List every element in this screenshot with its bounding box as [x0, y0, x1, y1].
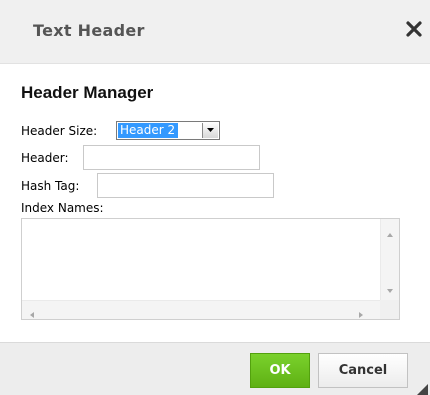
form-heading: Header Manager [21, 83, 154, 102]
cancel-button[interactable]: Cancel [318, 353, 408, 388]
scrollbar-corner [380, 300, 399, 319]
index-names-label: Index Names: [21, 201, 104, 215]
scroll-up-icon[interactable] [385, 225, 395, 237]
scroll-down-icon[interactable] [385, 281, 395, 293]
horizontal-scrollbar[interactable] [22, 300, 380, 319]
index-names-textarea[interactable] [22, 219, 380, 299]
header-input[interactable] [83, 145, 260, 170]
header-size-select[interactable]: Header 2 [116, 121, 220, 140]
hash-tag-label: Hash Tag: [21, 179, 80, 193]
dropdown-arrow-icon[interactable] [202, 123, 218, 138]
header-label: Header: [21, 151, 69, 165]
vertical-scrollbar[interactable] [380, 219, 399, 301]
header-size-selected-value: Header 2 [118, 123, 179, 138]
scroll-right-icon[interactable] [356, 305, 366, 318]
ok-button[interactable]: OK [250, 353, 310, 388]
scroll-left-icon[interactable] [27, 305, 37, 318]
resize-grip-icon[interactable] [416, 381, 428, 395]
dialog-title: Text Header [33, 21, 145, 40]
index-names-field [21, 218, 400, 320]
text-header-dialog: Text Header Header Manager Header Size: … [0, 0, 430, 395]
dialog-footer: OK Cancel [0, 342, 430, 395]
close-icon[interactable] [402, 17, 426, 41]
header-size-label: Header Size: [21, 124, 98, 138]
dialog-titlebar: Text Header [0, 0, 430, 64]
hash-tag-input[interactable] [97, 173, 274, 198]
